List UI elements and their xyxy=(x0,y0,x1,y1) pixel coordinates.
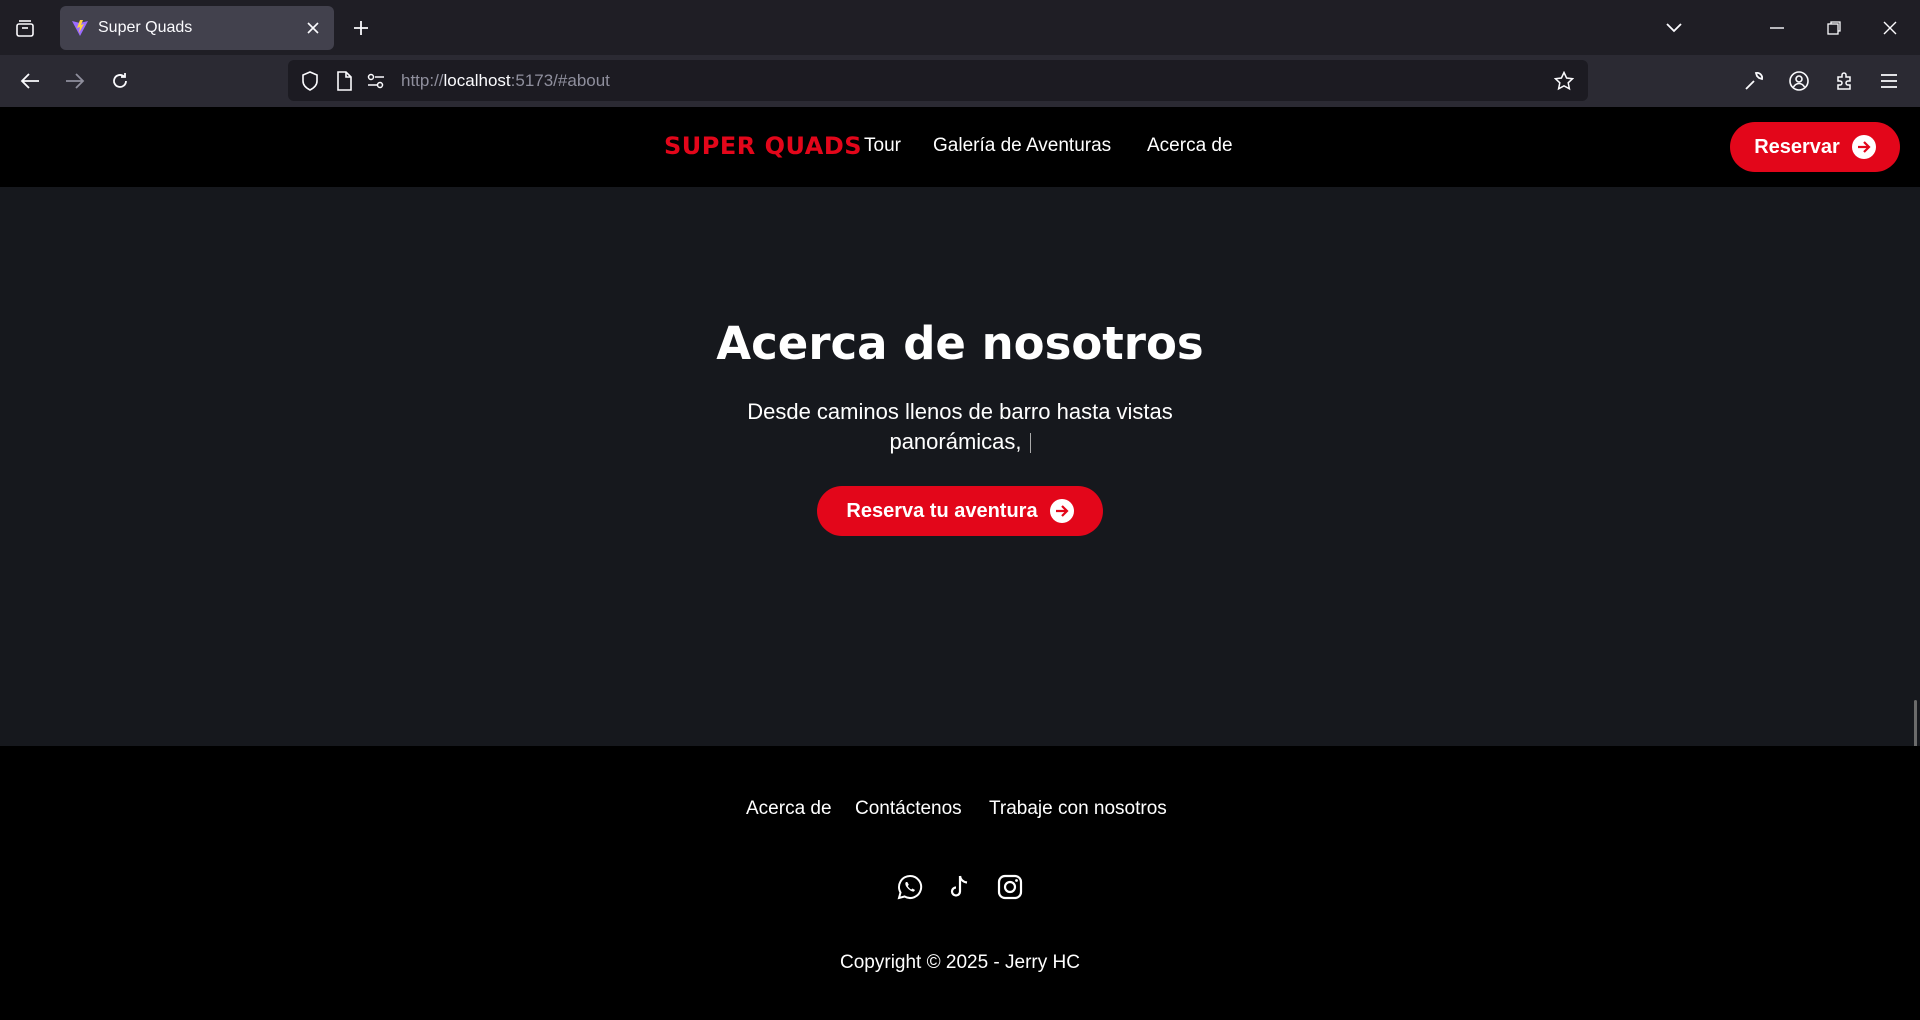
tab-title: Super Quads xyxy=(98,19,193,36)
chevron-down-icon[interactable] xyxy=(1654,10,1694,46)
copyright-text: Copyright © 2025 - Jerry HC xyxy=(840,952,1080,973)
forward-arrow-icon[interactable] xyxy=(57,63,93,99)
footer-link-trabaje[interactable]: Trabaje con nosotros xyxy=(989,798,1167,820)
restore-icon[interactable] xyxy=(1814,10,1854,46)
browser-tab-bar: Super Quads xyxy=(0,0,1920,55)
about-section: Acerca de nosotros Desde caminos llenos … xyxy=(0,187,1920,746)
reserva-aventura-button[interactable]: Reserva tu aventura xyxy=(817,486,1103,536)
reserva-aventura-label: Reserva tu aventura xyxy=(846,499,1038,522)
close-icon[interactable] xyxy=(300,15,326,41)
url-prefix: http:// xyxy=(401,71,444,90)
typing-caret xyxy=(1029,433,1031,454)
footer-link-acerca[interactable]: Acerca de xyxy=(746,798,832,820)
account-icon[interactable] xyxy=(1781,63,1817,99)
reservar-label: Reservar xyxy=(1754,135,1840,158)
nav-link-galeria[interactable]: Galería de Aventuras xyxy=(933,135,1111,157)
wrench-icon[interactable] xyxy=(1736,63,1772,99)
tiktok-icon[interactable] xyxy=(945,872,975,902)
arrow-right-icon xyxy=(1851,135,1876,159)
instagram-icon[interactable] xyxy=(995,872,1025,902)
about-title: Acerca de nosotros xyxy=(716,317,1204,370)
reload-icon[interactable] xyxy=(102,63,138,99)
reservar-button[interactable]: Reservar xyxy=(1730,122,1900,172)
arrow-right-icon xyxy=(1049,499,1074,523)
whatsapp-icon[interactable] xyxy=(895,872,925,902)
close-window-icon[interactable] xyxy=(1870,10,1910,46)
tab-super-quads[interactable]: Super Quads xyxy=(60,6,334,50)
site-logo[interactable]: SUPER QUADS xyxy=(664,132,862,160)
permissions-icon[interactable] xyxy=(364,69,388,93)
shield-icon[interactable] xyxy=(298,69,322,93)
url-text[interactable]: http://localhost:5173/#about xyxy=(401,71,610,91)
about-text: Desde caminos llenos de barro hasta vist… xyxy=(747,399,1173,454)
tab-list-icon[interactable] xyxy=(8,12,42,44)
page-icon[interactable] xyxy=(332,69,356,93)
vite-favicon-icon xyxy=(72,20,88,36)
about-description: Desde caminos llenos de barro hasta vist… xyxy=(720,397,1200,457)
site-header: SUPER QUADS Tour Galería de Aventuras Ac… xyxy=(0,107,1920,187)
extensions-icon[interactable] xyxy=(1826,63,1862,99)
footer-link-contactenos[interactable]: Contáctenos xyxy=(855,798,962,820)
url-host: localhost xyxy=(443,71,511,90)
minimize-icon[interactable] xyxy=(1757,10,1797,46)
site-footer: Acerca de Contáctenos Trabaje con nosotr… xyxy=(0,746,1920,1020)
menu-icon[interactable] xyxy=(1871,63,1907,99)
browser-nav-bar: http://localhost:5173/#about xyxy=(0,55,1920,107)
nav-link-acerca[interactable]: Acerca de xyxy=(1147,135,1233,157)
bookmark-star-icon[interactable] xyxy=(1552,69,1576,93)
new-tab-icon[interactable] xyxy=(344,12,378,44)
back-arrow-icon[interactable] xyxy=(12,63,48,99)
nav-link-tour[interactable]: Tour xyxy=(864,135,901,157)
url-rest: :5173/#about xyxy=(510,71,610,90)
url-bar[interactable]: http://localhost:5173/#about xyxy=(288,60,1588,101)
